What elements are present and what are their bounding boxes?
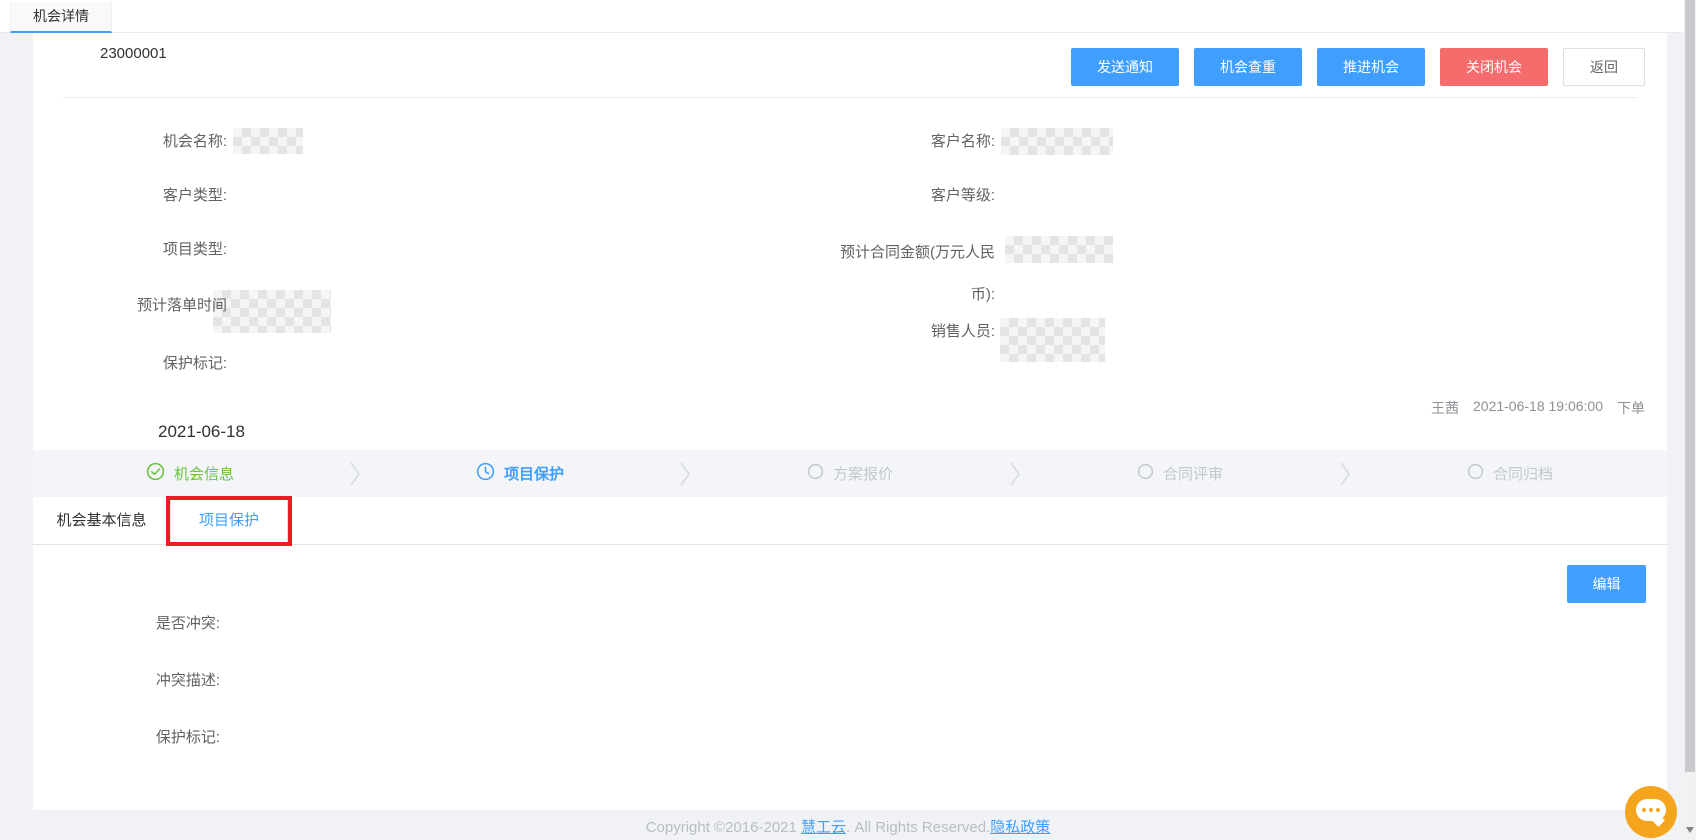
clock-icon: [476, 462, 495, 485]
tab-basic-info[interactable]: 机会基本信息: [33, 497, 170, 545]
audit-timestamp: 2021-06-18 19:06:00: [1473, 398, 1603, 418]
duplicate-check-button[interactable]: 机会查重: [1194, 48, 1302, 86]
back-button[interactable]: 返回: [1563, 48, 1645, 86]
circle-icon: [1137, 463, 1154, 484]
detail-tabs: 机会基本信息 项目保护: [33, 497, 1667, 545]
opportunity-id: 23000001: [100, 45, 167, 62]
chat-bubble-icon: [1636, 799, 1666, 821]
privacy-policy-link[interactable]: 隐私政策: [990, 819, 1050, 836]
label-opportunity-name: 机会名称:: [68, 131, 227, 153]
step-contract-archive: 合同归档: [1353, 463, 1667, 484]
label-customer-level: 客户等级:: [835, 185, 995, 207]
step-label: 合同评审: [1163, 463, 1223, 484]
chevron-right-icon: [347, 460, 363, 488]
masked-value-customer-name: [1001, 128, 1113, 155]
check-circle-icon: [146, 462, 165, 485]
tab-opportunity-detail[interactable]: 机会详情: [10, 2, 112, 33]
step-label: 方案报价: [833, 463, 893, 484]
masked-value-opportunity-name: [233, 128, 303, 154]
label-protection-mark-2: 保护标记:: [68, 727, 220, 749]
label-expected-contract-amount: 预计合同金额(万元人民币):: [835, 232, 995, 316]
close-opportunity-button[interactable]: 关闭机会: [1440, 48, 1548, 86]
chevron-right-icon: [1337, 460, 1353, 488]
advance-opportunity-button[interactable]: 推进机会: [1317, 48, 1425, 86]
chevron-right-icon: [677, 460, 693, 488]
progress-steps: 机会信息 项目保护 方案报价 合同评审: [33, 450, 1667, 497]
masked-value-sales-person: [1000, 318, 1105, 362]
tab-project-protection[interactable]: 项目保护: [170, 497, 288, 545]
chevron-right-icon: [1007, 460, 1023, 488]
label-customer-type: 客户类型:: [68, 185, 227, 207]
masked-value-expected-order-date: [213, 290, 331, 333]
audit-action: 下单: [1617, 398, 1645, 418]
company-link[interactable]: 慧工云: [801, 819, 846, 836]
masked-value-contract-amount: [1005, 236, 1113, 263]
scrollbar-thumb[interactable]: [1685, 0, 1695, 772]
audit-user: 王茜: [1431, 398, 1459, 418]
label-conflict-description: 冲突描述:: [68, 670, 220, 692]
label-project-type: 项目类型:: [68, 239, 227, 261]
top-tab-bar: 机会详情: [0, 0, 1684, 33]
chat-button[interactable]: [1625, 786, 1677, 838]
header-divider: [63, 97, 1637, 98]
scrollbar[interactable]: [1684, 0, 1696, 840]
step-label: 机会信息: [174, 463, 234, 484]
step-opportunity-info: 机会信息: [33, 462, 347, 485]
footer: Copyright ©2016-2021 慧工云. All Rights Res…: [0, 816, 1696, 837]
step-contract-review: 合同评审: [1023, 463, 1337, 484]
circle-icon: [807, 463, 824, 484]
header-actions: 发送通知 机会查重 推进机会 关闭机会 返回: [1071, 48, 1645, 86]
audit-row: 王茜 2021-06-18 19:06:00 下单: [1431, 398, 1645, 418]
scroll-down-icon[interactable]: [1686, 827, 1694, 833]
edit-button[interactable]: 编辑: [1567, 565, 1646, 603]
step-label: 合同归档: [1493, 463, 1553, 484]
step-project-protection: 项目保护: [363, 462, 677, 485]
label-is-conflict: 是否冲突:: [68, 613, 220, 635]
rights-text: . All Rights Reserved.: [846, 819, 990, 836]
label-customer-name: 客户名称:: [835, 131, 995, 153]
circle-icon: [1467, 463, 1484, 484]
send-notification-button[interactable]: 发送通知: [1071, 48, 1179, 86]
step-quotation: 方案报价: [693, 463, 1007, 484]
step-label: 项目保护: [504, 463, 564, 484]
label-expected-order-date: 预计落单时间: [68, 295, 227, 317]
label-sales-person: 销售人员:: [835, 321, 995, 343]
opportunity-detail-card: 23000001 发送通知 机会查重 推进机会 关闭机会 返回 机会名称: 客户…: [33, 33, 1667, 810]
copyright-text: Copyright ©2016-2021: [646, 819, 801, 836]
label-protection-mark: 保护标记:: [68, 353, 227, 375]
date-label: 2021-06-18: [158, 422, 245, 442]
